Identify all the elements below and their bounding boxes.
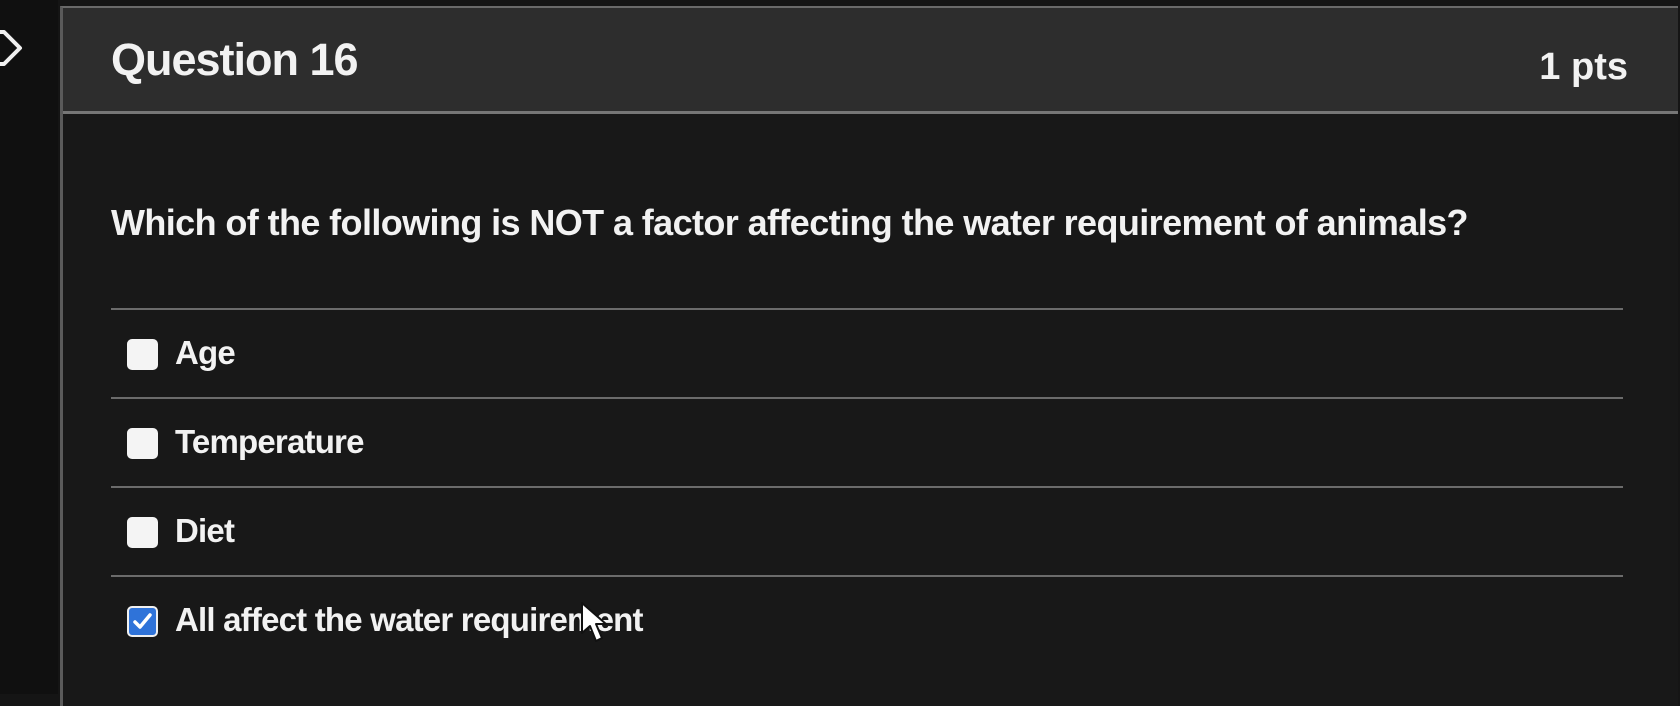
- left-navigation-strip: [0, 0, 58, 694]
- checkbox[interactable]: [127, 428, 158, 459]
- question-card: Question 16 1 pts Which of the following…: [60, 6, 1678, 706]
- question-title: Question 16: [111, 34, 359, 85]
- answer-option-diet[interactable]: Diet: [111, 486, 1623, 575]
- answer-option-age[interactable]: Age: [111, 308, 1623, 397]
- question-points: 1 pts: [1539, 46, 1628, 88]
- answer-label: Temperature: [175, 423, 364, 460]
- checkbox-checked[interactable]: [127, 606, 158, 637]
- answer-label: Diet: [175, 512, 235, 549]
- checkmark-icon: [133, 613, 152, 629]
- question-text: Which of the following is NOT a factor a…: [111, 202, 1469, 243]
- answer-label: All affect the water requirement: [175, 601, 644, 638]
- answer-list: Age Temperature Diet All affect the wate…: [111, 308, 1623, 664]
- answer-label: Age: [175, 334, 236, 371]
- answer-option-temperature[interactable]: Temperature: [111, 397, 1623, 486]
- collapse-arrow-icon[interactable]: [0, 30, 30, 66]
- checkbox[interactable]: [127, 517, 158, 548]
- checkbox[interactable]: [127, 339, 158, 370]
- mouse-pointer-icon: [581, 602, 607, 642]
- answer-option-all-affect[interactable]: All affect the water requirement: [111, 575, 1623, 664]
- question-header: Question 16 1 pts: [63, 8, 1678, 114]
